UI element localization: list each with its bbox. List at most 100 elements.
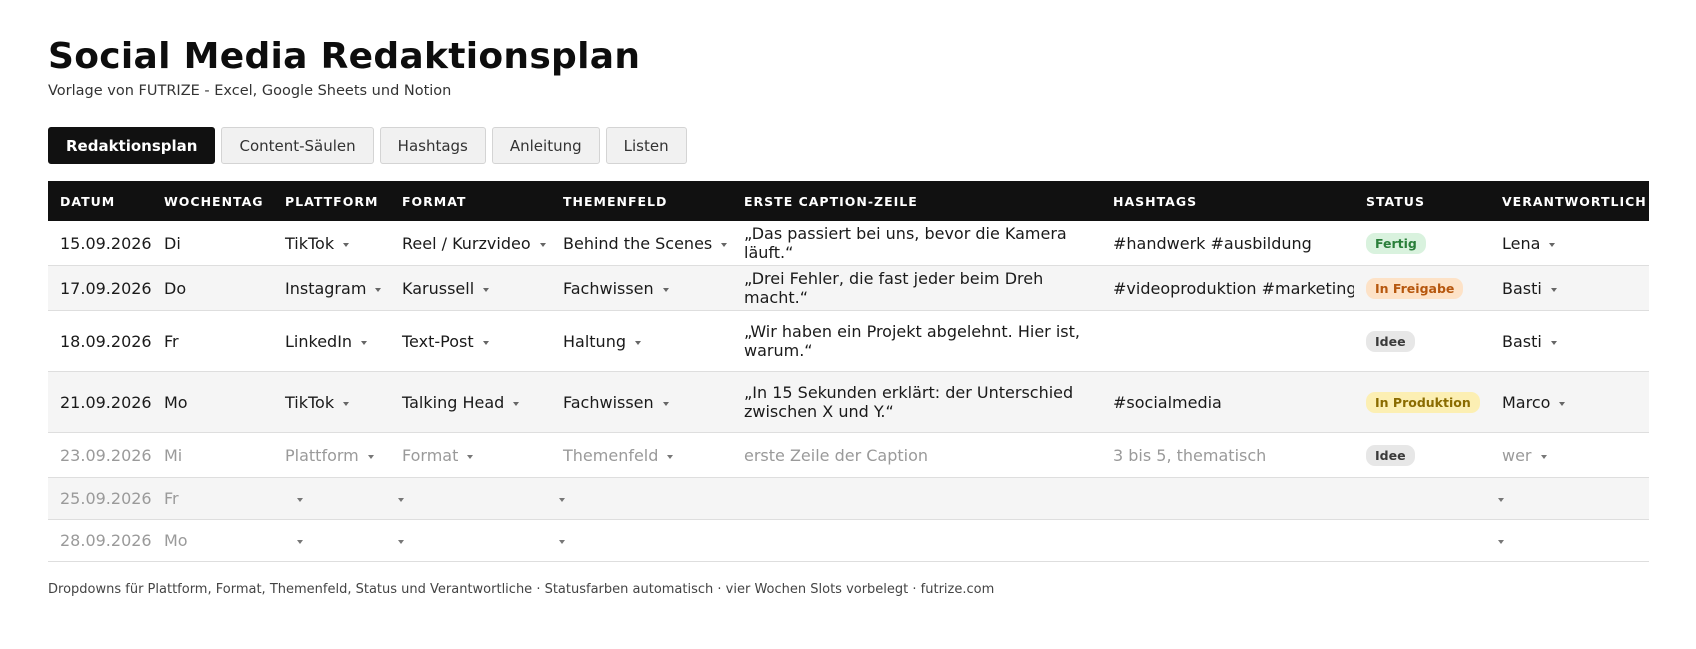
platform-dropdown[interactable]	[273, 520, 390, 561]
status-cell[interactable]	[1354, 478, 1490, 519]
dropdown-caret-icon	[559, 540, 565, 544]
hashtags-cell[interactable]	[1101, 478, 1354, 519]
date-cell[interactable]: 23.09.2026	[48, 433, 152, 477]
topic-dropdown[interactable]: Behind the Scenes	[551, 221, 732, 265]
dropdown-caret-icon	[1559, 401, 1566, 406]
caption-cell[interactable]	[732, 478, 1101, 519]
date-cell[interactable]: 21.09.2026	[48, 372, 152, 432]
table-row: 18.09.2026 Fr LinkedIn Text-Post Haltung…	[48, 311, 1649, 372]
topic-dropdown[interactable]	[551, 478, 732, 519]
tab-redaktionsplan[interactable]: Redaktionsplan	[48, 127, 216, 164]
owner-dropdown[interactable]: wer	[1490, 433, 1649, 477]
weekday-cell: Mo	[164, 531, 188, 550]
status-cell[interactable]	[1354, 520, 1490, 561]
platform-dropdown[interactable]: Plattform	[273, 433, 390, 477]
status-badge[interactable]: In Freigabe	[1366, 277, 1464, 299]
format-dropdown[interactable]: Karussell	[390, 266, 551, 310]
dropdown-caret-icon	[482, 340, 489, 345]
owner-value: Marco	[1502, 392, 1551, 412]
hashtags-cell[interactable]	[1101, 311, 1354, 371]
owner-dropdown[interactable]	[1490, 520, 1649, 561]
page-title: Social Media Redaktionsplan	[48, 36, 641, 77]
platform-dropdown[interactable]	[273, 478, 390, 519]
date-cell[interactable]: 28.09.2026	[48, 520, 152, 561]
status-badge[interactable]: Idee	[1366, 444, 1415, 466]
platform-dropdown[interactable]: Instagram	[273, 266, 390, 310]
format-value: Talking Head	[402, 392, 505, 412]
status-badge[interactable]: In Produktion	[1366, 391, 1480, 413]
tab-anleitung[interactable]: Anleitung	[491, 127, 600, 164]
status-cell: Idee	[1354, 311, 1490, 371]
footer-note: Dropdowns für Plattform, Format, Themenf…	[48, 582, 995, 597]
topic-value: Haltung	[563, 331, 626, 351]
owner-value: Basti	[1502, 331, 1542, 351]
format-dropdown[interactable]	[390, 520, 551, 561]
caption-cell[interactable]: „In 15 Sekunden erklärt: der Unterschied…	[732, 372, 1101, 432]
platform-dropdown[interactable]: TikTok	[273, 221, 390, 265]
dropdown-caret-icon	[721, 242, 728, 247]
topic-dropdown[interactable]	[551, 520, 732, 561]
status-cell: In Freigabe	[1354, 266, 1490, 310]
owner-dropdown[interactable]: Marco	[1490, 372, 1649, 432]
dropdown-caret-icon	[367, 454, 374, 459]
owner-dropdown[interactable]	[1490, 478, 1649, 519]
format-dropdown[interactable]: Format	[390, 433, 551, 477]
dropdown-caret-icon	[1550, 340, 1557, 345]
topic-dropdown[interactable]: Themenfeld	[551, 433, 732, 477]
weekday-cell: Do	[164, 278, 187, 298]
owner-placeholder: wer	[1502, 445, 1532, 465]
caption-cell[interactable]: „Das passiert bei uns, bevor die Kamera …	[732, 221, 1101, 265]
hashtags-cell[interactable]: #handwerk #ausbildung	[1101, 221, 1354, 265]
caption-cell[interactable]: erste Zeile der Caption	[732, 433, 1101, 477]
hashtags-cell[interactable]: #videoproduktion #marketing	[1101, 266, 1354, 310]
dropdown-caret-icon	[667, 454, 674, 459]
format-dropdown[interactable]: Text-Post	[390, 311, 551, 371]
topic-dropdown[interactable]: Fachwissen	[551, 372, 732, 432]
format-dropdown[interactable]: Talking Head	[390, 372, 551, 432]
status-badge[interactable]: Idee	[1366, 330, 1415, 352]
dropdown-caret-icon	[539, 242, 546, 247]
hashtags-cell[interactable]	[1101, 520, 1354, 561]
platform-value: LinkedIn	[285, 331, 353, 351]
tab-listen[interactable]: Listen	[605, 127, 687, 164]
owner-dropdown[interactable]: Lena	[1490, 221, 1649, 265]
tab-content-saeulen[interactable]: Content-Säulen	[221, 127, 374, 164]
column-header-caption: ERSTE CAPTION-ZEILE	[744, 193, 918, 209]
owner-dropdown[interactable]: Basti	[1490, 266, 1649, 310]
editorial-plan-table: DATUM WOCHENTAG PLATTFORM FORMAT THEMENF…	[48, 181, 1649, 562]
dropdown-caret-icon	[1550, 287, 1557, 292]
tab-hashtags[interactable]: Hashtags	[379, 127, 486, 164]
hashtags-cell[interactable]: #socialmedia	[1101, 372, 1354, 432]
dropdown-caret-icon	[513, 401, 520, 406]
owner-value: Lena	[1502, 233, 1541, 253]
date-cell[interactable]: 15.09.2026	[48, 221, 152, 265]
owner-dropdown[interactable]: Basti	[1490, 311, 1649, 371]
topic-dropdown[interactable]: Haltung	[551, 311, 732, 371]
column-header-verantwortlich: VERANTWORTLICH	[1502, 193, 1647, 209]
caption-cell[interactable]	[732, 520, 1101, 561]
weekday-cell: Fr	[164, 331, 179, 351]
dropdown-caret-icon	[467, 454, 474, 459]
hashtags-cell[interactable]: 3 bis 5, thematisch	[1101, 433, 1354, 477]
date-cell[interactable]: 17.09.2026	[48, 266, 152, 310]
dropdown-caret-icon	[343, 401, 350, 406]
status-badge[interactable]: Fertig	[1366, 232, 1426, 254]
column-header-themenfeld: THEMENFELD	[563, 193, 668, 209]
dropdown-caret-icon	[1498, 540, 1504, 544]
platform-dropdown[interactable]: LinkedIn	[273, 311, 390, 371]
date-cell[interactable]: 25.09.2026	[48, 478, 152, 519]
topic-value: Fachwissen	[563, 278, 654, 298]
dropdown-caret-icon	[361, 340, 368, 345]
owner-value: Basti	[1502, 278, 1542, 298]
dropdown-caret-icon	[375, 287, 382, 292]
platform-dropdown[interactable]: TikTok	[273, 372, 390, 432]
caption-cell[interactable]: „Drei Fehler, die fast jeder beim Dreh m…	[732, 266, 1101, 310]
format-dropdown[interactable]: Reel / Kurzvideo	[390, 221, 551, 265]
table-row: 15.09.2026 Di TikTok Reel / Kurzvideo Be…	[48, 221, 1649, 266]
dropdown-caret-icon	[483, 287, 490, 292]
dropdown-caret-icon	[662, 401, 669, 406]
format-dropdown[interactable]	[390, 478, 551, 519]
caption-cell[interactable]: „Wir haben ein Projekt abgelehnt. Hier i…	[732, 311, 1101, 371]
topic-dropdown[interactable]: Fachwissen	[551, 266, 732, 310]
date-cell[interactable]: 18.09.2026	[48, 311, 152, 371]
